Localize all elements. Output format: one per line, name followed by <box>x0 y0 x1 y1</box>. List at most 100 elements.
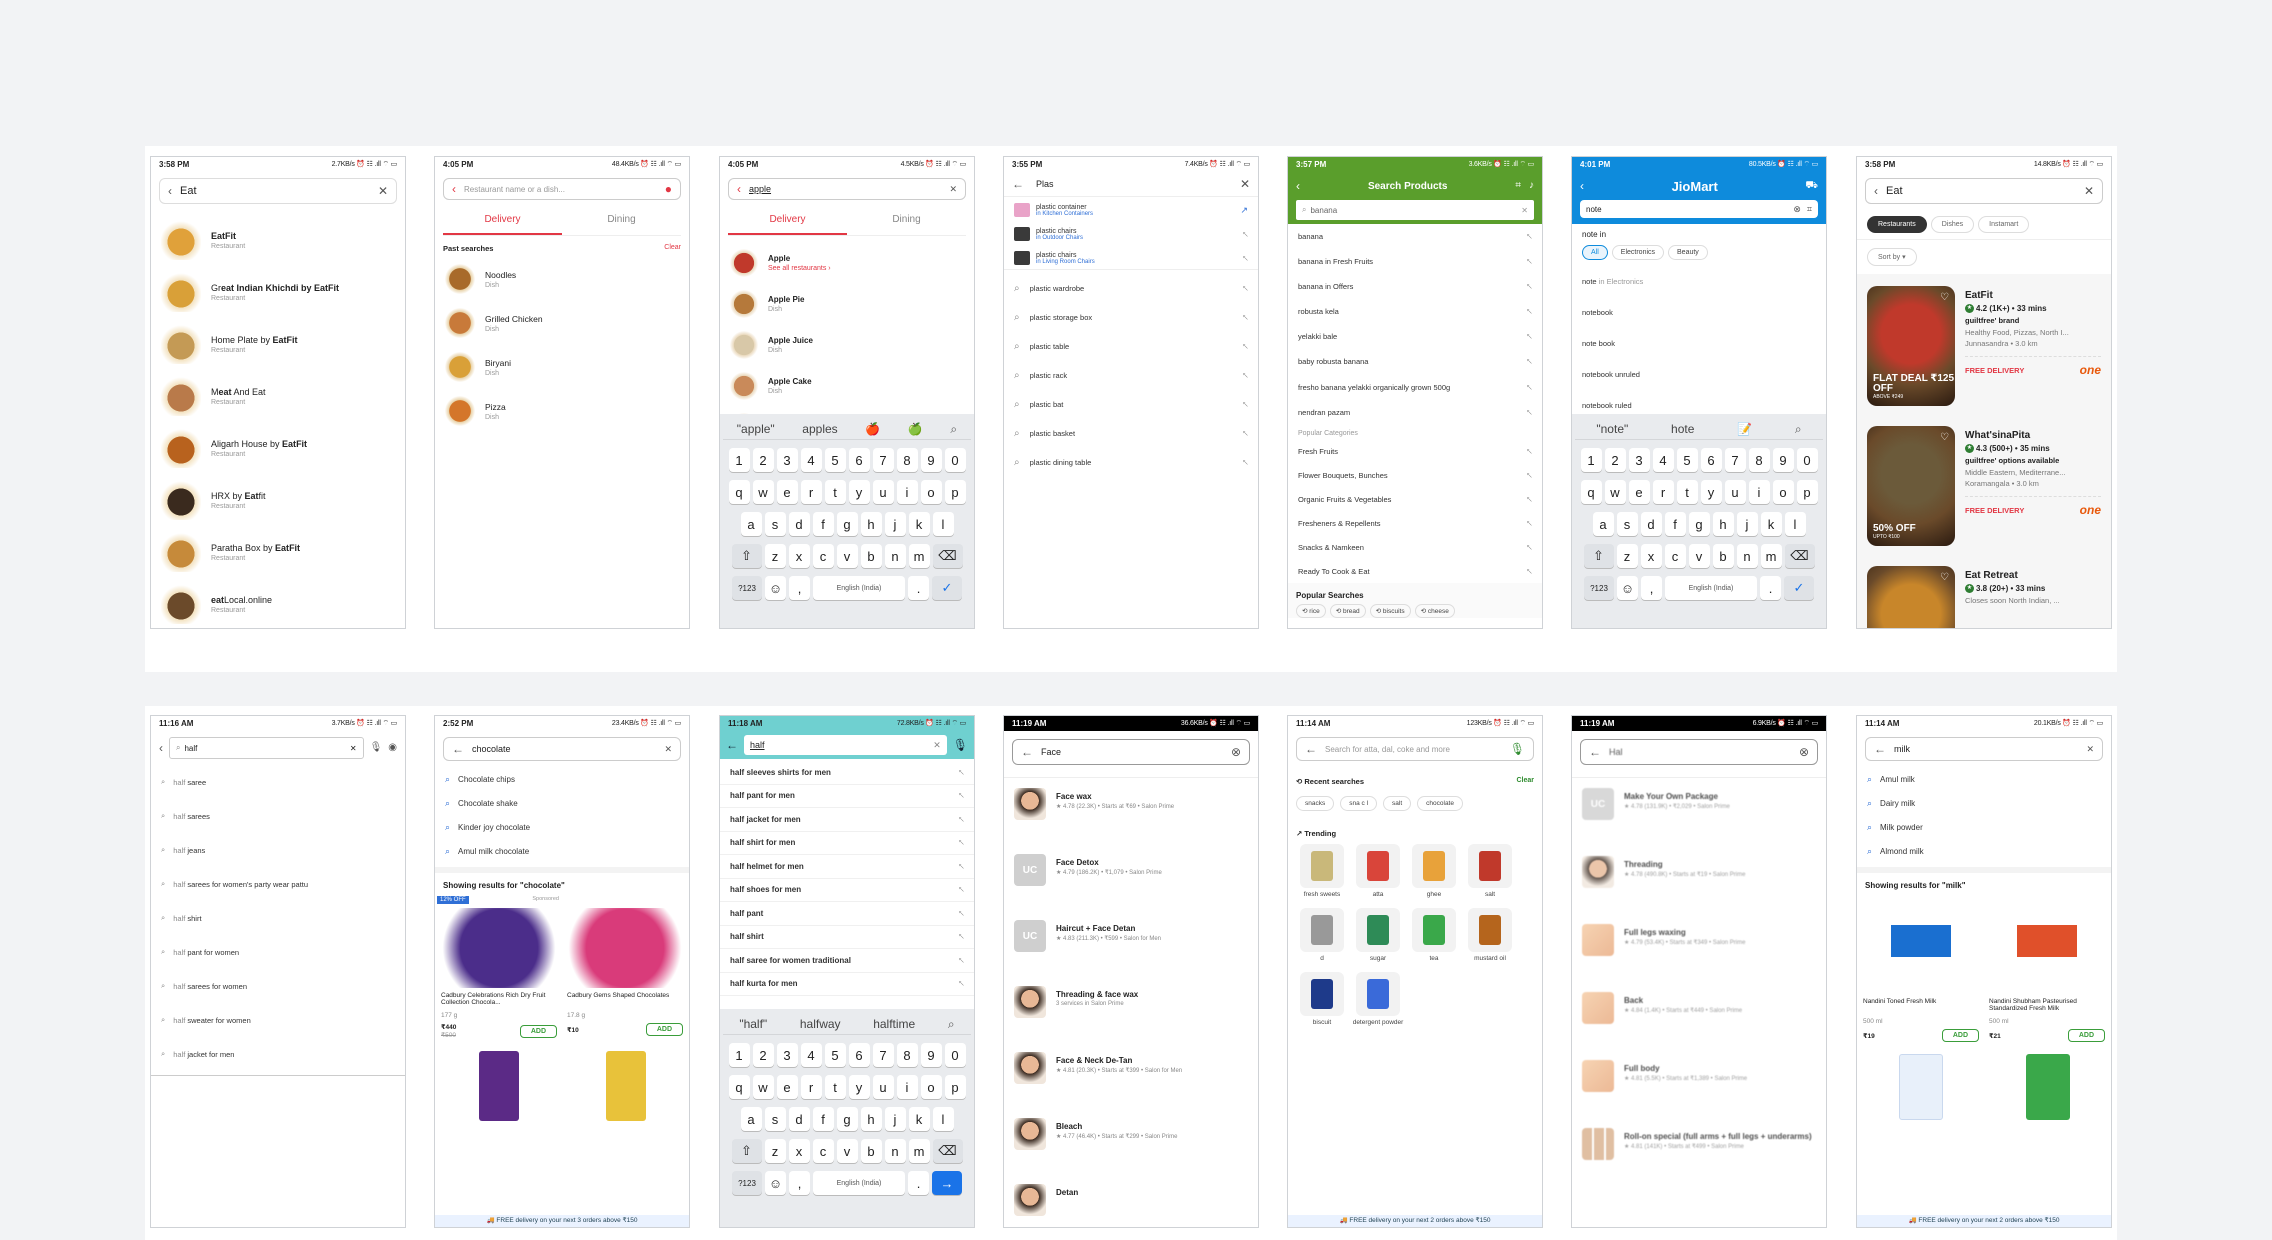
keyboard-suggestion[interactable]: 🍏 <box>908 422 923 436</box>
fill-arrow-icon[interactable]: ↑ <box>1524 381 1535 392</box>
back-arrow-icon[interactable]: ← <box>1305 743 1317 755</box>
service-item[interactable]: Threading & face wax 3 services in Salon … <box>1004 986 1258 1052</box>
key[interactable]: 5 <box>824 448 846 472</box>
key[interactable]: 0 <box>1796 448 1818 472</box>
suggestion-item[interactable]: ⌕ half sarees for women's party wear patt… <box>151 867 405 901</box>
bell-icon[interactable]: ♪ <box>1529 181 1534 191</box>
keyword-suggestion[interactable]: ⌕ plastic rack ↑ <box>1004 361 1258 390</box>
key[interactable]: 5 <box>824 1043 846 1067</box>
fill-arrow-icon[interactable]: ↑ <box>956 814 967 825</box>
key[interactable]: 9 <box>920 1043 942 1067</box>
search-bar[interactable]: ← Hal ⊗ <box>1580 739 1818 765</box>
keyboard-suggestion[interactable]: halftime <box>873 1017 915 1031</box>
cart-icon[interactable]: ⛟ <box>1805 181 1818 191</box>
back-icon[interactable]: ‹ <box>168 185 172 197</box>
list-item[interactable]: Paratha Box by EatFit Restaurant <box>151 526 405 578</box>
key[interactable]: 0 <box>944 1043 966 1067</box>
search-input[interactable]: Face <box>1041 747 1223 757</box>
key[interactable]: y <box>848 1075 870 1099</box>
service-item[interactable]: Bleach ★ 4.77 (46.4K) • Starts at ₹299 • … <box>1004 1118 1258 1184</box>
back-icon[interactable]: ‹ <box>737 183 741 195</box>
key[interactable]: b <box>860 1139 882 1163</box>
suggestion-item[interactable]: ⌕ half sarees for women <box>151 969 405 1003</box>
list-item[interactable]: Home Plate by EatFit Restaurant <box>151 318 405 370</box>
fill-arrow-icon[interactable]: ↑ <box>956 908 967 919</box>
mic-icon[interactable]: 🎙 <box>1510 743 1525 755</box>
service-item[interactable]: Face & Neck De-Tan ★ 4.81 (20.3K) • Start… <box>1004 1052 1258 1118</box>
key[interactable]: y <box>1700 480 1722 504</box>
popular-search-chip[interactable]: ⟲ biscuits <box>1369 604 1411 618</box>
backspace-key[interactable]: ⌫ <box>1784 544 1815 568</box>
recent-chip[interactable]: salt <box>1383 796 1412 811</box>
category-item[interactable]: Ready To Cook & Eat ↑ <box>1288 559 1542 583</box>
key[interactable]: w <box>752 1075 774 1099</box>
suggestion-item[interactable]: ⌕ half jeans <box>151 833 405 867</box>
key[interactable]: 6 <box>848 1043 870 1067</box>
filter-chip[interactable]: Electronics <box>1611 245 1665 260</box>
list-item[interactable]: Apple Pie Dish <box>720 283 974 324</box>
key[interactable]: h <box>860 512 882 536</box>
trending-item[interactable]: mustard oil <box>1462 908 1518 962</box>
key[interactable]: 4 <box>800 448 822 472</box>
back-icon[interactable]: ‹ <box>159 742 163 754</box>
key[interactable]: b <box>1712 544 1734 568</box>
suggestion-item[interactable]: ⌕ Kinder joy chocolate <box>435 815 689 839</box>
search-input[interactable]: ⌕ half ✕ <box>169 737 364 759</box>
recent-chip[interactable]: sna c l <box>1340 796 1378 811</box>
past-search-item[interactable]: Biryani Dish <box>435 345 689 389</box>
suggestion-item[interactable]: half kurta for men ↑ <box>720 973 974 996</box>
fill-arrow-icon[interactable]: ↑ <box>956 884 967 895</box>
enter-key[interactable]: ✓ <box>1784 576 1814 600</box>
key[interactable]: y <box>848 480 870 504</box>
key[interactable]: l <box>932 512 954 536</box>
key[interactable]: m <box>908 1139 930 1163</box>
search-input[interactable]: Eat <box>1886 185 2076 197</box>
key[interactable]: l <box>1784 512 1806 536</box>
suggestion-item[interactable]: nendran pazam ↑ <box>1288 400 1542 425</box>
shift-key[interactable]: ⇧ <box>731 544 762 568</box>
comma-key[interactable]: , <box>789 576 810 600</box>
keyboard-suggestion[interactable]: hote <box>1671 422 1694 436</box>
service-item[interactable]: UC Make Your Own Package ★ 4.78 (131.9K) •… <box>1572 788 1826 856</box>
key[interactable]: q <box>728 480 750 504</box>
key[interactable]: c <box>812 544 834 568</box>
symbols-key[interactable]: ?123 <box>732 1171 762 1195</box>
keyword-suggestion[interactable]: ⌕ plastic dining table ↑ <box>1004 448 1258 477</box>
key[interactable]: h <box>1712 512 1734 536</box>
key[interactable]: e <box>1628 480 1650 504</box>
back-arrow-icon[interactable]: ← <box>1874 743 1886 755</box>
trending-item[interactable]: d <box>1294 908 1350 962</box>
category-item[interactable]: Snacks & Namkeen ↑ <box>1288 535 1542 559</box>
back-icon[interactable]: ‹ <box>1874 185 1878 197</box>
key[interactable]: v <box>1688 544 1710 568</box>
back-icon[interactable]: ‹ <box>1296 180 1300 192</box>
key[interactable]: n <box>884 544 906 568</box>
list-item[interactable]: Apple Juice Dish <box>720 324 974 365</box>
suggestion-item[interactable]: ⌕ half sarees <box>151 799 405 833</box>
filter-pill[interactable]: Dishes <box>1930 216 1975 233</box>
key[interactable]: t <box>824 1075 846 1099</box>
mic-icon[interactable]: 🎙 <box>370 743 383 753</box>
service-item[interactable]: Full legs waxing ★ 4.79 (53.4K) • Starts … <box>1572 924 1826 992</box>
emoji-key[interactable]: ☺ <box>765 576 786 600</box>
key[interactable]: j <box>884 1107 906 1131</box>
key[interactable]: 5 <box>1676 448 1698 472</box>
fill-arrow-icon[interactable]: ↑ <box>1524 356 1535 367</box>
suggestion-item[interactable]: half pant for men ↑ <box>720 785 974 808</box>
suggestion-item[interactable]: ⌕ half shirt <box>151 901 405 935</box>
fill-arrow-icon[interactable]: ↑ <box>1524 541 1535 552</box>
key[interactable]: j <box>1736 512 1758 536</box>
sort-by-button[interactable]: Sort by ▾ <box>1867 248 1917 266</box>
space-key[interactable]: English (India) <box>813 1171 905 1195</box>
keyword-suggestion[interactable]: ⌕ plastic wardrobe ↑ <box>1004 274 1258 303</box>
symbols-key[interactable]: ?123 <box>732 576 762 600</box>
add-button[interactable]: ADD <box>2067 1029 2105 1042</box>
search-bar[interactable]: ← Face ⊗ <box>1012 739 1250 765</box>
trending-item[interactable]: fresh sweets <box>1294 844 1350 898</box>
fill-arrow-icon[interactable]: ↑ <box>1240 399 1251 410</box>
key[interactable]: f <box>812 1107 834 1131</box>
key[interactable]: v <box>836 1139 858 1163</box>
service-item[interactable]: UC Haircut + Face Detan ★ 4.83 (211.3K) • … <box>1004 920 1258 986</box>
key[interactable]: 7 <box>1724 448 1746 472</box>
suggestion-item[interactable]: ⌕ Dairy milk <box>1857 791 2111 815</box>
